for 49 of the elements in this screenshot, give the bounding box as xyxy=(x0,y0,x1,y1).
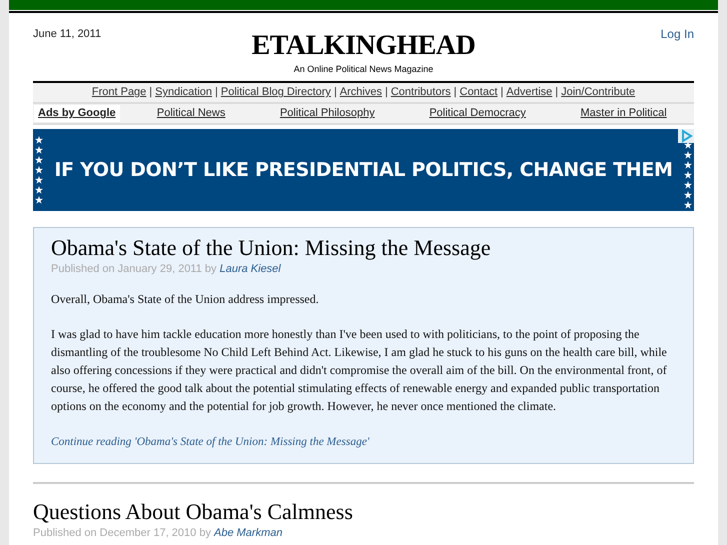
banner-text: IF YOU DON’T LIKE PRESIDENTIAL POLITICS, CHANGE THEM xyxy=(54,158,673,181)
star-icon xyxy=(35,166,43,174)
login-link[interactable]: Log In xyxy=(660,25,694,43)
ad-choices-icon[interactable] xyxy=(678,129,694,143)
separator-text: | xyxy=(334,85,337,100)
nav-link[interactable]: Political Blog Directory xyxy=(220,84,331,101)
site-title[interactable]: ETALKINGHEAD xyxy=(252,30,476,61)
separator-text: | xyxy=(500,85,504,100)
author-link[interactable]: Laura Kiesel xyxy=(220,263,281,275)
author-link[interactable]: Abe Markman xyxy=(214,527,282,539)
nav-link[interactable]: Front Page xyxy=(92,84,146,101)
ad-link[interactable]: Political News xyxy=(156,105,226,122)
ad-banner[interactable]: IF YOU DON’T LIKE PRESIDENTIAL POLITICS, CHANGE THEM xyxy=(33,129,694,211)
star-icon xyxy=(684,161,692,169)
nav-link[interactable]: Contributors xyxy=(390,84,451,101)
ads-label[interactable]: Ads by Google xyxy=(34,105,120,122)
separator-text: | xyxy=(454,85,457,100)
star-icon xyxy=(35,156,43,164)
ad-link[interactable]: Political Democracy xyxy=(429,105,526,122)
nav-link[interactable]: Syndication xyxy=(155,84,212,101)
published-text: Published on January 29, 2011 by xyxy=(51,263,217,275)
star-icon xyxy=(35,146,43,154)
post-title[interactable]: Questions About Obama's Calmness xyxy=(33,499,353,524)
star-icon xyxy=(684,201,692,209)
nav-link[interactable]: Advertise xyxy=(506,84,552,101)
star-icon xyxy=(684,181,692,189)
date-text: June 11, 2011 xyxy=(33,27,102,42)
separator-text: | xyxy=(555,85,558,100)
star-icon xyxy=(35,176,43,184)
star-icon xyxy=(35,136,43,144)
nav-link[interactable]: Archives xyxy=(340,84,382,101)
star-icon xyxy=(35,186,43,194)
body-paragraph: I was glad to have him tackle education more honestly than I've been used to with politicians, to the point of proposing the dismantling of the troublesome No Child Left Behind Act. Likewise, I am glad he stuck to his guns on the health care bill, while also offering concessions if they were practical and didn't compromise the overall aim of the bill. On the environmental front, of course, he offered the good talk about the potential stimulating effects of renewable energy and expanded public transportation options on the economy and the potential for job growth. However, he never once mentioned the climate. xyxy=(51,326,668,415)
separator-text: | xyxy=(384,85,388,100)
tagline-text: An Online Political News Magazine xyxy=(294,64,434,74)
separator-text: | xyxy=(149,85,152,100)
nav-link[interactable]: Join/Contribute xyxy=(561,84,636,101)
star-icon xyxy=(684,151,692,159)
published-text: Published on December 17, 2010 by xyxy=(33,527,211,539)
star-icon xyxy=(35,196,43,204)
body-paragraph: Overall, Obama's State of the Union address impressed. xyxy=(51,291,320,308)
post-title[interactable]: Obama's State of the Union: Missing the Message xyxy=(51,235,491,260)
ad-link[interactable]: Political Philosophy xyxy=(280,105,375,122)
nav-link[interactable]: Contact xyxy=(460,84,498,101)
separator-text: | xyxy=(215,85,218,100)
continue-link[interactable]: Continue reading 'Obama's State of the Union: Missing the Message' xyxy=(51,436,370,448)
star-icon xyxy=(684,171,692,179)
ad-link[interactable]: Master in Political xyxy=(580,105,667,122)
star-icon xyxy=(684,191,692,199)
